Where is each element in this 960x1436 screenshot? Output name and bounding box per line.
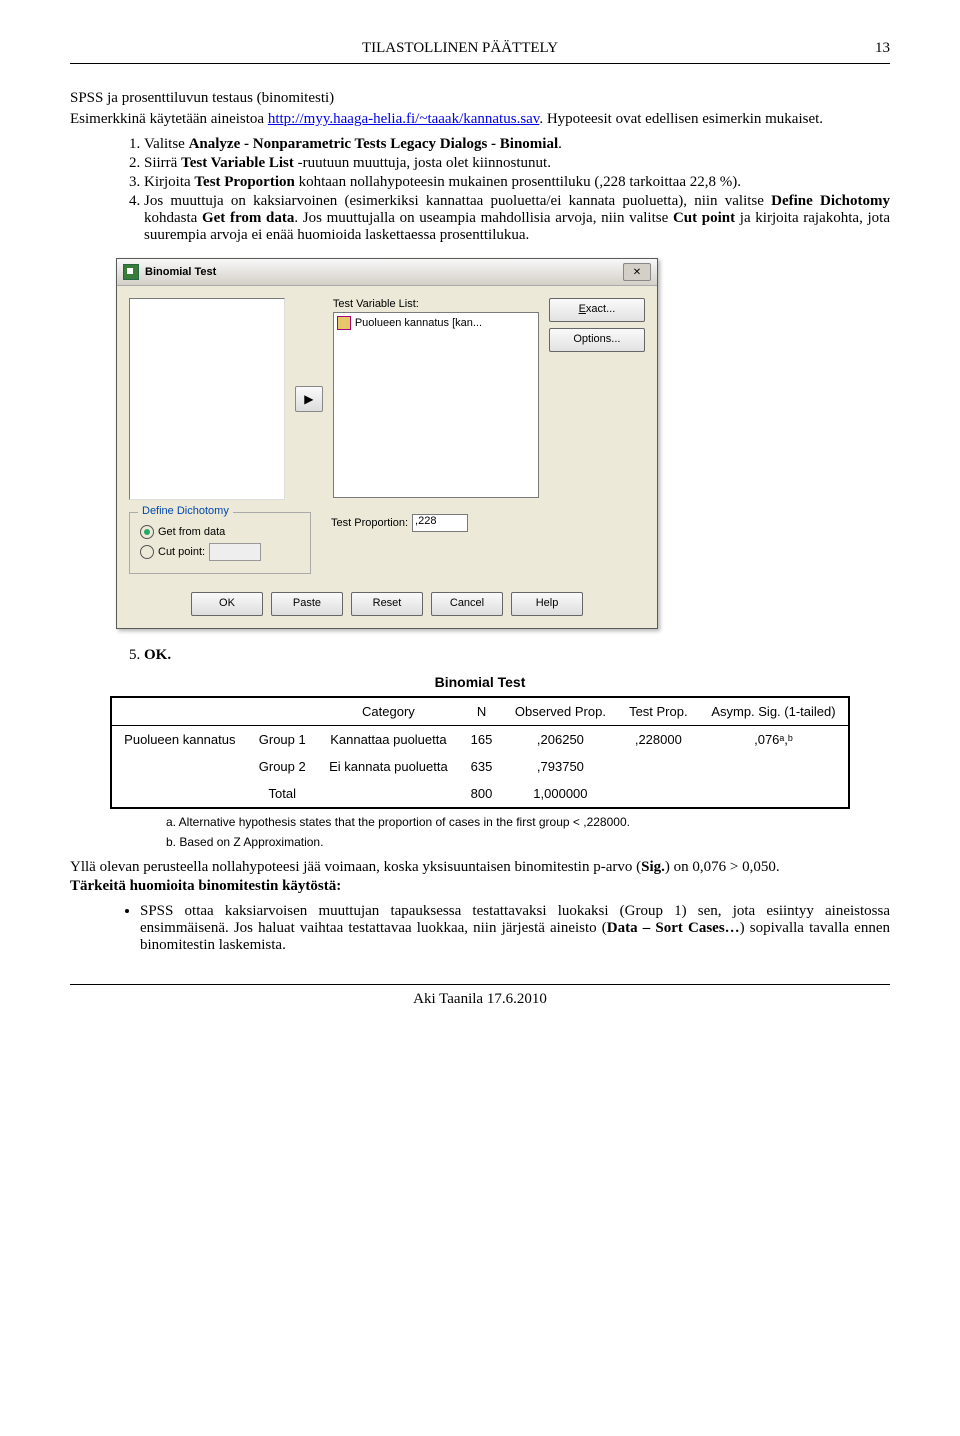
col-blank2 <box>248 697 317 726</box>
move-right-button[interactable]: ▶ <box>295 386 323 412</box>
test-proportion-label: Test Proportion: <box>331 517 408 529</box>
dialog-titlebar: Binomial Test ✕ <box>117 259 657 286</box>
step-3: Kirjoita Test Proportion kohtaan nollahy… <box>144 174 890 191</box>
close-icon[interactable]: ✕ <box>623 263 651 281</box>
instruction-list: Valitse Analyze - Nonparametric Tests Le… <box>116 136 890 244</box>
bullet-list: SPSS ottaa kaksiarvoisen muuttujan tapau… <box>116 903 890 954</box>
help-button[interactable]: Help <box>511 592 583 616</box>
intro-pre: Esimerkkinä käytetään aineistoa <box>70 111 268 127</box>
cut-point-input[interactable] <box>209 543 261 561</box>
radio-off-icon <box>140 545 154 559</box>
dialog-title: Binomial Test <box>145 266 623 278</box>
exact-button[interactable]: Exact... <box>549 298 645 322</box>
test-proportion-input[interactable]: ,228 <box>412 514 468 532</box>
source-variable-list[interactable] <box>129 298 285 500</box>
test-variable-list[interactable]: Puolueen kannatus [kan... <box>333 312 539 498</box>
step-4: Jos muuttuja on kaksiarvoinen (esimerkik… <box>144 193 890 244</box>
target-list-label: Test Variable List: <box>333 298 539 310</box>
bullet-item: SPSS ottaa kaksiarvoisen muuttujan tapau… <box>140 903 890 954</box>
step-2: Siirrä Test Variable List -ruutuun muutt… <box>144 155 890 172</box>
col-sig: Asymp. Sig. (1-tailed) <box>699 697 849 726</box>
instruction-list-cont: OK. <box>116 647 890 664</box>
col-testprop: Test Prop. <box>618 697 699 726</box>
dialog-app-icon <box>123 264 139 280</box>
result-paragraph: Yllä olevan perusteella nollahypoteesi j… <box>70 859 890 876</box>
radio-get-from-data[interactable]: Get from data <box>140 525 300 539</box>
footer-text: Aki Taanila 17.6.2010 <box>70 991 890 1008</box>
dataset-link[interactable]: http://myy.haaga-helia.fi/~taaak/kannatu… <box>268 111 540 127</box>
paste-button[interactable]: Paste <box>271 592 343 616</box>
col-n: N <box>460 697 503 726</box>
step-1: Valitse Analyze - Nonparametric Tests Le… <box>144 136 890 153</box>
variable-item-label: Puolueen kannatus [kan... <box>355 317 482 329</box>
cancel-button[interactable]: Cancel <box>431 592 503 616</box>
table-row: Total 800 1,000000 <box>111 780 849 808</box>
radio-get-label: Get from data <box>158 526 225 538</box>
col-category: Category <box>317 697 460 726</box>
table-row: Group 2 Ei kannata puoluetta 635 ,793750 <box>111 753 849 780</box>
ok-button[interactable]: OK <box>191 592 263 616</box>
col-observed: Observed Prop. <box>503 697 618 726</box>
reset-button[interactable]: Reset <box>351 592 423 616</box>
output-title: Binomial Test <box>110 674 850 690</box>
spss-binomial-dialog: Binomial Test ✕ ▶ Test Variable List: Pu… <box>116 258 658 629</box>
table-note-a: a. Alternative hypothesis states that th… <box>166 815 850 829</box>
table-row: Puolueen kannatus Group 1 Kannattaa puol… <box>111 726 849 754</box>
define-dichotomy-groupbox: Define Dichotomy Get from data Cut point… <box>129 512 311 574</box>
page-header-title: TILASTOLLINEN PÄÄTTELY <box>70 40 850 57</box>
section-title: SPSS ja prosenttiluvun testaus (binomite… <box>70 90 890 107</box>
variable-item[interactable]: Puolueen kannatus [kan... <box>336 315 536 331</box>
page-number: 13 <box>850 40 890 57</box>
options-button[interactable]: Options... <box>549 328 645 352</box>
variable-icon <box>337 316 351 330</box>
intro-paragraph: Esimerkkinä käytetään aineistoa http://m… <box>70 111 890 128</box>
intro-post: . Hypoteesit ovat edellisen esimerkin mu… <box>539 111 823 127</box>
footer-divider <box>70 984 890 985</box>
radio-cut-point[interactable]: Cut point: <box>140 543 300 561</box>
table-note-b: b. Based on Z Approximation. <box>166 835 850 849</box>
radio-on-icon <box>140 525 154 539</box>
radio-cut-label: Cut point: <box>158 546 205 558</box>
spss-output-table: Binomial Test Category N Observed Prop. … <box>110 674 850 849</box>
important-title: Tärkeitä huomioita binomitestin käytöstä… <box>70 878 890 895</box>
groupbox-title: Define Dichotomy <box>138 505 233 517</box>
step-5: OK. <box>144 647 890 664</box>
col-blank1 <box>111 697 248 726</box>
